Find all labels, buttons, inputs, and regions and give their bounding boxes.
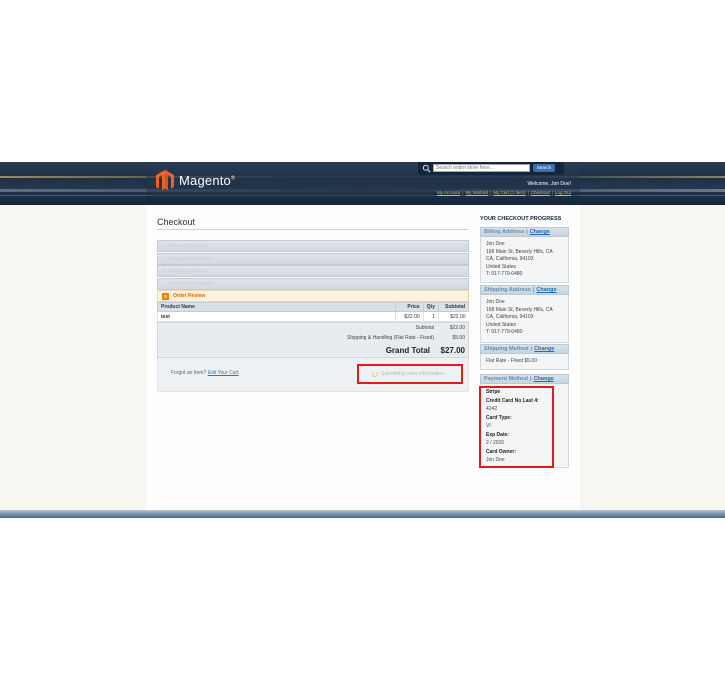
- payment-highlight-box: [479, 386, 554, 468]
- table-row: test $22.00 1 $22.00: [157, 311, 469, 322]
- column-header: Product Name: [157, 302, 396, 312]
- product-qty: 1: [422, 311, 439, 322]
- product-name: test: [157, 311, 396, 322]
- payment-method-title: Payment Method: [484, 376, 529, 382]
- column-header: Price: [394, 302, 424, 312]
- billing-address-header: Billing Address | Change: [480, 227, 569, 237]
- page-background-left: [0, 205, 146, 513]
- my-account-link[interactable]: My Account: [437, 190, 460, 195]
- submitting-text: Submitting order information...: [381, 371, 448, 377]
- shipping-method-body: Flat Rate - Fixed $5.00: [480, 354, 569, 370]
- edit-cart-link[interactable]: Edit Your Cart: [208, 370, 239, 376]
- billing-address-body: Jon Doe 168 Main St, Beverly Hills, CA C…: [480, 237, 569, 283]
- step-label: Payment Information: [168, 280, 215, 287]
- shipping-method-header: Shipping Method | Change: [480, 344, 569, 354]
- address-line: 168 Main St, Beverly Hills, CA: [486, 248, 553, 255]
- product-price: $22.00: [394, 311, 424, 322]
- submitting-indicator: Submitting order information...: [357, 364, 463, 384]
- change-billing-link[interactable]: Change: [530, 229, 550, 235]
- store-logo[interactable]: Magento®: [156, 170, 235, 190]
- step-label: Billing Information: [168, 243, 209, 249]
- address-line: 168 Main St, Beverly Hills, CA: [486, 306, 553, 313]
- subtotal-value: $22.00: [449, 325, 465, 331]
- forgot-item-text: Forgot an Item? Edit Your Cart: [171, 370, 239, 376]
- change-shipping-method-link[interactable]: Change: [534, 346, 554, 352]
- footer-bar: [0, 510, 725, 518]
- log-out-link[interactable]: Log Out: [555, 190, 571, 195]
- title-divider: [157, 229, 469, 230]
- step-number: 5: [162, 292, 169, 300]
- search-input[interactable]: [433, 164, 530, 172]
- page-background-right: [580, 205, 725, 513]
- welcome-message: Welcome, Jon Doe!: [527, 181, 571, 187]
- shipping-address-header: Shipping Address | Change: [480, 285, 569, 295]
- search-button[interactable]: Search: [533, 164, 555, 172]
- change-payment-link[interactable]: Change: [534, 376, 554, 382]
- shipping-address-body: Jon Doe 168 Main St, Beverly Hills, CA C…: [480, 295, 569, 343]
- checkout-link[interactable]: Checkout: [531, 190, 550, 195]
- payment-method-header: Payment Method | Change: [480, 374, 569, 384]
- top-links: My Account | My Wishlist | My Cart (1 item) |…: [437, 190, 571, 195]
- step-number: 4: [162, 280, 165, 286]
- step-label: Order Review: [173, 293, 206, 299]
- step-order-review: 5 Order Review: [157, 290, 469, 302]
- grand-total-row: Grand Total $27.00: [158, 343, 468, 357]
- shipping-row: Shipping & Handling (Flat Rate - Fixed) $…: [158, 333, 468, 343]
- step-number: 3: [162, 268, 165, 273]
- billing-address-title: Billing Address: [484, 229, 525, 235]
- address-line: Jon Doe: [486, 241, 505, 247]
- step-number: 1: [162, 243, 165, 248]
- shipping-method-value: Flat Rate - Fixed $5.00: [486, 358, 537, 364]
- subtotal-label: Subtotal: [415, 325, 434, 331]
- step-payment-information[interactable]: 4 Payment Information: [157, 277, 469, 290]
- order-review-table: Product Name Price Qty Subtotal test $22…: [157, 302, 469, 322]
- grand-total-label: Grand Total: [385, 345, 430, 355]
- step-number: 2: [162, 255, 165, 261]
- address-line: T: 917-779-0480: [486, 329, 523, 335]
- magento-logo-icon: [156, 170, 174, 190]
- checkout-progress-title: YOUR CHECKOUT PROGRESS: [480, 216, 562, 222]
- forgot-item-label: Forgot an Item?: [171, 370, 207, 376]
- page-title: Checkout: [157, 217, 196, 227]
- change-shipping-link[interactable]: Change: [536, 287, 556, 293]
- column-header: Qty: [422, 302, 440, 312]
- loading-spinner-icon: [372, 371, 378, 377]
- address-line: United States: [486, 321, 517, 328]
- shipping-method-block: Shipping Method | Change Flat Rate - Fixed…: [480, 344, 569, 370]
- shipping-label: Shipping & Handling (Flat Rate - Fixed): [347, 335, 434, 341]
- shipping-address-title: Shipping Address: [484, 287, 531, 293]
- step-shipping-method[interactable]: 3 Shipping Method: [157, 265, 469, 277]
- address-line: CA, California, 94103: [486, 256, 534, 262]
- shipping-address-block: Shipping Address | Change Jon Doe 168 Main…: [480, 285, 569, 343]
- checkout-steps: 1 Billing Information 2 Shipping Informati…: [157, 240, 469, 303]
- address-line: Jon Doe: [486, 299, 505, 305]
- subtotal-row: Subtotal $22.00: [158, 323, 468, 333]
- my-cart-link[interactable]: My Cart (1 item): [493, 190, 525, 195]
- address-line: T: 917-779-0480: [486, 271, 523, 277]
- address-line: CA, California, 94103: [486, 314, 534, 320]
- table-header-row: Product Name Price Qty Subtotal: [157, 302, 469, 312]
- shipping-method-title: Shipping Method: [484, 346, 529, 352]
- grand-total-value: $27.00: [440, 345, 465, 355]
- column-header: Subtotal: [438, 302, 469, 312]
- logo-registered-mark: ®: [231, 175, 235, 182]
- product-subtotal: $22.00: [438, 311, 469, 322]
- step-billing-information[interactable]: 1 Billing Information: [157, 240, 469, 252]
- address-line: United States: [486, 263, 517, 270]
- search-icon: [422, 164, 431, 173]
- step-shipping-information[interactable]: 2 Shipping Information: [157, 252, 469, 265]
- order-totals: Subtotal $22.00 Shipping & Handling (Flat…: [157, 322, 469, 358]
- shipping-value: $5.00: [452, 335, 465, 341]
- billing-address-block: Billing Address | Change Jon Doe 168 Main …: [480, 227, 569, 283]
- logo-text: Magento: [179, 172, 231, 188]
- order-review: Product Name Price Qty Subtotal test $22…: [157, 302, 469, 358]
- my-wishlist-link[interactable]: My Wishlist: [465, 190, 488, 195]
- step-label: Shipping Information: [168, 255, 215, 262]
- step-label: Shipping Method: [168, 268, 207, 274]
